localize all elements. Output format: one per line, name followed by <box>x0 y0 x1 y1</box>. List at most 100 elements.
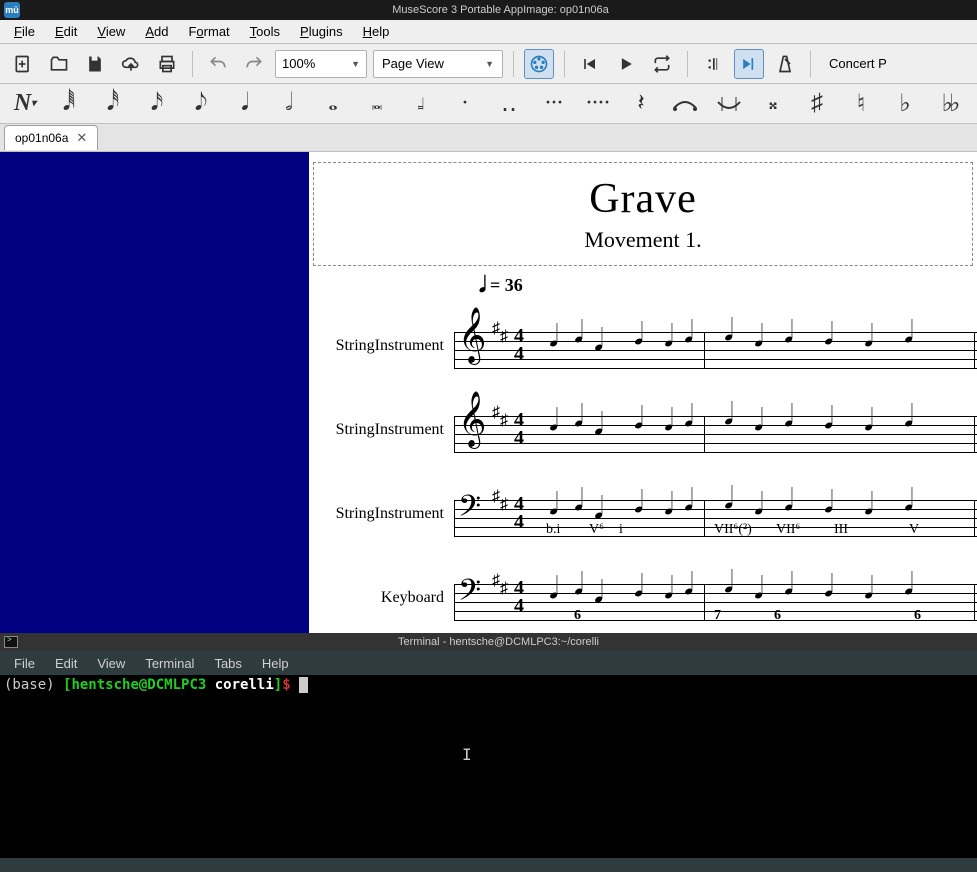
zoom-select[interactable]: 100%▼ <box>275 50 367 78</box>
note[interactable]: 𝅘𝅥 <box>784 484 794 518</box>
note-breve-button[interactable]: 𝅜 <box>360 87 394 121</box>
quad-dot-button[interactable]: ···· <box>580 87 614 121</box>
tie-button[interactable] <box>668 87 702 121</box>
figured-bass[interactable]: 6 <box>914 608 921 624</box>
note-half-button[interactable]: 𝅗𝅥 <box>272 87 306 121</box>
note[interactable]: 𝅘𝅥 <box>594 492 604 526</box>
menu-plugins[interactable]: Plugins <box>290 20 353 43</box>
menu-format[interactable]: Format <box>178 20 239 43</box>
repeat-button[interactable] <box>698 49 728 79</box>
note[interactable]: 𝅘𝅥 <box>664 320 674 354</box>
note-32nd-button[interactable]: 𝅘𝅥𝅰 <box>96 87 130 121</box>
loop-button[interactable] <box>647 49 677 79</box>
double-sharp-button[interactable]: 𝄪 <box>756 87 790 121</box>
term-menu-tabs[interactable]: Tabs <box>204 652 251 675</box>
menu-view[interactable]: View <box>87 20 135 43</box>
staff-row[interactable]: StringInstrument𝄢♯♯44𝅘𝅥𝅘𝅥𝅘𝅥𝅘𝅥𝅘𝅥𝅘𝅥𝅘𝅥𝅘𝅥𝅘𝅥𝅘… <box>309 472 977 556</box>
note[interactable]: 𝅘𝅥 <box>784 400 794 434</box>
side-panel[interactable] <box>0 152 309 633</box>
term-menu-help[interactable]: Help <box>252 652 299 675</box>
note[interactable]: 𝅘𝅥 <box>549 320 559 354</box>
staff-area[interactable]: 𝄞♯♯44𝅘𝅥𝅘𝅥𝅘𝅥𝅘𝅥𝅘𝅥𝅘𝅥𝅘𝅥𝅘𝅥𝅘𝅥𝅘𝅥𝅘𝅥𝅘𝅥 <box>454 388 977 472</box>
note[interactable]: 𝅘𝅥 <box>684 568 694 602</box>
open-file-button[interactable] <box>44 49 74 79</box>
cloud-save-button[interactable] <box>116 49 146 79</box>
concert-pitch-button[interactable]: Concert P <box>821 52 895 75</box>
note[interactable]: 𝅘𝅥 <box>824 318 834 352</box>
note[interactable]: 𝅘𝅥 <box>754 572 764 606</box>
term-menu-file[interactable]: File <box>4 652 45 675</box>
menu-help[interactable]: Help <box>353 20 400 43</box>
view-mode-select[interactable]: Page View▼ <box>373 50 503 78</box>
new-file-button[interactable] <box>8 49 38 79</box>
note[interactable]: 𝅘𝅥 <box>594 324 604 358</box>
menu-file[interactable]: File <box>4 20 45 43</box>
note[interactable]: 𝅘𝅥 <box>684 316 694 350</box>
note[interactable]: 𝅘𝅥 <box>634 570 644 604</box>
roman-numeral[interactable]: VII⁶ <box>776 522 800 538</box>
note[interactable]: 𝅘𝅥 <box>684 484 694 518</box>
note[interactable]: 𝅘𝅥 <box>904 568 914 602</box>
note[interactable]: 𝅘𝅥 <box>724 566 734 600</box>
dot-button[interactable]: · <box>448 87 482 121</box>
note[interactable]: 𝅘𝅥 <box>634 486 644 520</box>
document-tab[interactable]: op01n06a ✕ <box>4 125 98 150</box>
note[interactable]: 𝅘𝅥 <box>574 568 584 602</box>
note[interactable]: 𝅘𝅥 <box>904 484 914 518</box>
note[interactable]: 𝅘𝅥 <box>724 314 734 348</box>
metronome-button[interactable] <box>770 49 800 79</box>
note-whole-button[interactable]: 𝅝 <box>316 87 350 121</box>
midi-input-button[interactable] <box>524 49 554 79</box>
note[interactable]: 𝅘𝅥 <box>574 400 584 434</box>
term-menu-view[interactable]: View <box>87 652 135 675</box>
staff-area[interactable]: 𝄢♯♯44𝅘𝅥𝅘𝅥𝅘𝅥𝅘𝅥𝅘𝅥𝅘𝅥𝅘𝅥𝅘𝅥𝅘𝅥𝅘𝅥𝅘𝅥𝅘𝅥 <box>454 472 977 556</box>
staff-row[interactable]: StringInstrument𝄞♯♯44𝅘𝅥𝅘𝅥𝅘𝅥𝅘𝅥𝅘𝅥𝅘𝅥𝅘𝅥𝅘𝅥𝅘𝅥𝅘… <box>309 304 977 388</box>
note[interactable]: 𝅘𝅥 <box>664 488 674 522</box>
note[interactable]: 𝅘𝅥 <box>574 316 584 350</box>
figured-bass[interactable]: 6 <box>574 608 581 624</box>
note[interactable]: 𝅘𝅥 <box>754 488 764 522</box>
note[interactable]: 𝅘𝅥 <box>664 404 674 438</box>
triple-dot-button[interactable]: ··· <box>536 87 570 121</box>
note[interactable]: 𝅘𝅥 <box>574 484 584 518</box>
note[interactable]: 𝅘𝅥 <box>864 320 874 354</box>
note-quarter-button[interactable]: 𝅘𝅥 <box>228 87 262 121</box>
note[interactable]: 𝅘𝅥 <box>634 402 644 436</box>
term-menu-terminal[interactable]: Terminal <box>135 652 204 675</box>
note[interactable]: 𝅘𝅥 <box>664 572 674 606</box>
flat-button[interactable]: ♭ <box>888 87 922 121</box>
roman-numeral[interactable]: V <box>909 522 919 538</box>
undo-button[interactable] <box>203 49 233 79</box>
note[interactable]: 𝅘𝅥 <box>634 318 644 352</box>
note[interactable]: 𝅘𝅥 <box>824 570 834 604</box>
roman-numeral[interactable]: V⁶ <box>589 522 604 538</box>
title-frame[interactable]: Grave Movement 1. <box>313 162 973 266</box>
note[interactable]: 𝅘𝅥 <box>754 320 764 354</box>
note-input-button[interactable]: N▾ <box>8 87 42 121</box>
staff-row[interactable]: Keyboard𝄢♯♯44𝅘𝅥𝅘𝅥𝅘𝅥𝅘𝅥𝅘𝅥𝅘𝅥𝅘𝅥𝅘𝅥𝅘𝅥𝅘𝅥𝅘𝅥𝅘𝅥 <box>309 556 977 633</box>
roman-numeral[interactable]: III <box>834 522 848 538</box>
score-canvas[interactable]: Grave Movement 1. 𝅘𝅥 = 36 StringInstrume… <box>309 152 977 633</box>
menu-add[interactable]: Add <box>135 20 178 43</box>
note[interactable]: 𝅘𝅥 <box>864 404 874 438</box>
menu-edit[interactable]: Edit <box>45 20 87 43</box>
note[interactable]: 𝅘𝅥 <box>824 486 834 520</box>
note-longa-button[interactable]: 𝆷 <box>404 87 438 121</box>
note[interactable]: 𝅘𝅥 <box>549 572 559 606</box>
rest-button[interactable]: 𝄽 <box>624 87 658 121</box>
term-menu-edit[interactable]: Edit <box>45 652 87 675</box>
figured-bass[interactable]: 7 <box>714 608 721 624</box>
save-button[interactable] <box>80 49 110 79</box>
terminal-body[interactable]: (base) [hentsche@DCMLPC3 corelli]$ 𝙸 <box>0 675 977 858</box>
redo-button[interactable] <box>239 49 269 79</box>
note[interactable]: 𝅘𝅥 <box>549 404 559 438</box>
note[interactable]: 𝅘𝅥 <box>824 402 834 436</box>
staff-row[interactable]: StringInstrument𝄞♯♯44𝅘𝅥𝅘𝅥𝅘𝅥𝅘𝅥𝅘𝅥𝅘𝅥𝅘𝅥𝅘𝅥𝅘𝅥𝅘… <box>309 388 977 472</box>
tempo-marking[interactable]: 𝅘𝅥 = 36 <box>479 272 977 298</box>
note[interactable]: 𝅘𝅥 <box>784 568 794 602</box>
double-dot-button[interactable]: ‥ <box>492 87 526 121</box>
note[interactable]: 𝅘𝅥 <box>904 316 914 350</box>
note[interactable]: 𝅘𝅥 <box>784 316 794 350</box>
double-flat-button[interactable]: ♭♭ <box>932 87 966 121</box>
close-tab-icon[interactable]: ✕ <box>76 130 87 146</box>
